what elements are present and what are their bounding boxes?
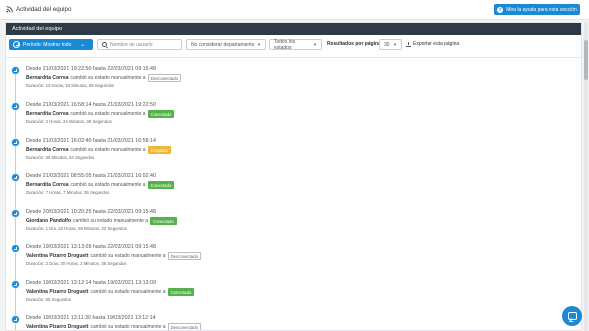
status-badge: Ocupado: [147, 146, 172, 154]
entry-description: Bernardita Correa cambió su estado manua…: [26, 146, 172, 154]
check-circle-icon: [11, 244, 20, 253]
entry-action: cambió su estado manualmente a: [90, 253, 166, 259]
check-circle-icon: [11, 209, 20, 218]
entry-user-name: Valentina Pizarro Droguett: [26, 289, 89, 295]
entry-date: Desde 21/03/2021 19:22:50 hasta 22/03/20…: [26, 66, 156, 72]
entry-description: Valentina Pizarro Droguett cambió su est…: [26, 288, 195, 296]
timeline-entry: Desde 21/03/2021 16:02:40 hasta 21/03/20…: [6, 136, 566, 170]
scrollbar-thumb[interactable]: [584, 40, 588, 80]
entry-description: Bernardita Correa cambió su estado manua…: [26, 74, 182, 82]
timeline-entry: Desde 19/03/2021 13:13:09 hasta 22/03/20…: [6, 242, 566, 276]
check-circle-icon: [11, 102, 20, 111]
entry-date: Desde 21/03/2021 16:58:14 hasta 21/03/20…: [26, 102, 156, 108]
entry-date: Desde 19/03/2021 13:12:14 hasta 19/03/20…: [26, 280, 156, 286]
entry-description: Valentina Pizarro Droguett cambió su est…: [26, 252, 202, 260]
timeline-entry: Desde 21/03/2021 08:55:05 hasta 21/03/20…: [6, 171, 566, 205]
entry-action: cambió su estado manualmente a: [70, 147, 146, 153]
activity-panel: Actividad del equipo Período: Mostrar to…: [5, 22, 582, 331]
timeline-entry: Desde 19/03/2021 13:11:30 hasta 19/03/20…: [6, 313, 566, 330]
entry-user-name: Valentina Pizarro Droguett: [26, 253, 89, 259]
entry-duration: Duración: 7 Horas, 7 Minutos, 35 Segundo…: [26, 190, 110, 195]
entry-date: Desde 19/03/2021 13:11:30 hasta 19/03/20…: [26, 315, 156, 321]
page-scrollbar[interactable]: [584, 22, 588, 331]
activity-timeline: Desde 21/03/2021 19:22:50 hasta 22/03/20…: [6, 23, 581, 330]
entry-action: cambió su estado manualmente a: [90, 324, 166, 330]
entry-action: cambió su estado manualmente a: [70, 182, 146, 188]
entry-user-name: Bernardita Correa: [26, 182, 69, 188]
page-title: Actividad del equipo: [16, 6, 72, 13]
status-badge: Conectado: [147, 181, 175, 189]
entry-date: Desde 21/03/2021 08:55:05 hasta 21/03/20…: [26, 173, 156, 179]
entry-duration: Duración: 13 Horas, 53 Minutos, 58 Segun…: [26, 83, 115, 88]
help-icon: ?: [497, 6, 504, 13]
help-button-label: Mira la ayuda para esta sección: [506, 6, 577, 13]
entry-description: Giordano Pandolfo cambió su estado manua…: [26, 217, 177, 225]
chat-icon: [567, 312, 577, 320]
entry-duration: Duración: 55 Segundos: [26, 297, 71, 302]
status-badge: Conectado: [150, 217, 177, 225]
help-button[interactable]: ? Mira la ayuda para esta sección: [494, 4, 580, 15]
entry-description: Valentina Pizarro Droguett cambió su est…: [26, 323, 202, 330]
entry-date: Desde 20/03/2021 10:20:25 hasta 22/03/20…: [26, 209, 156, 215]
check-circle-icon: [11, 138, 20, 147]
timeline-entry: Desde 21/03/2021 19:22:50 hasta 22/03/20…: [6, 64, 566, 98]
check-circle-icon: [11, 315, 20, 324]
entry-date: Desde 21/03/2021 16:02:40 hasta 21/03/20…: [26, 138, 156, 144]
entry-user-name: Bernardita Correa: [26, 111, 69, 117]
rss-icon: [5, 6, 13, 14]
entry-description: Bernardita Correa cambió su estado manua…: [26, 181, 175, 189]
entry-duration: Duración: 1 Día, 22 Horas, 55 Minutos, 2…: [26, 226, 127, 231]
entry-action: cambió su estado manualmente a: [70, 111, 146, 117]
entry-action: cambió su estado manualmente a: [73, 218, 149, 224]
entry-user-name: Bernardita Correa: [26, 75, 69, 81]
check-circle-icon: [11, 280, 20, 289]
timeline-entry: Desde 19/03/2021 13:12:14 hasta 19/03/20…: [6, 278, 566, 312]
status-badge: Desconectado: [167, 323, 202, 330]
timeline-entry: Desde 21/03/2021 16:58:14 hasta 21/03/20…: [6, 100, 566, 134]
entry-date: Desde 19/03/2021 13:13:09 hasta 22/03/20…: [26, 244, 156, 250]
entry-user-name: Bernardita Correa: [26, 147, 69, 153]
entry-action: cambió su estado manualmente a: [90, 289, 166, 295]
entry-action: cambió su estado manualmente a: [70, 75, 146, 81]
entry-duration: Duración: 55 Minutos, 34 Segundos: [26, 155, 95, 160]
check-circle-icon: [11, 66, 20, 75]
status-badge: Conectado: [167, 288, 195, 296]
entry-duration: Duración: 2 Horas, 24 Minutos, 36 Segund…: [26, 119, 112, 124]
entry-user-name: Valentina Pizarro Droguett: [26, 324, 89, 330]
status-badge: Desconectado: [147, 74, 182, 82]
status-badge: Desconectado: [167, 252, 202, 260]
entry-user-name: Giordano Pandolfo: [26, 218, 71, 224]
status-badge: Conectado: [147, 110, 175, 118]
check-circle-icon: [11, 173, 20, 182]
top-bar: Actividad del equipo ? Mira la ayuda par…: [0, 0, 589, 20]
timeline-entry: Desde 20/03/2021 10:20:25 hasta 22/03/20…: [6, 207, 566, 241]
entry-description: Bernardita Correa cambió su estado manua…: [26, 110, 175, 118]
chat-button[interactable]: [562, 306, 582, 326]
entry-duration: Duración: 2 Días, 20 Horas, 2 Minutos, 3…: [26, 261, 127, 266]
